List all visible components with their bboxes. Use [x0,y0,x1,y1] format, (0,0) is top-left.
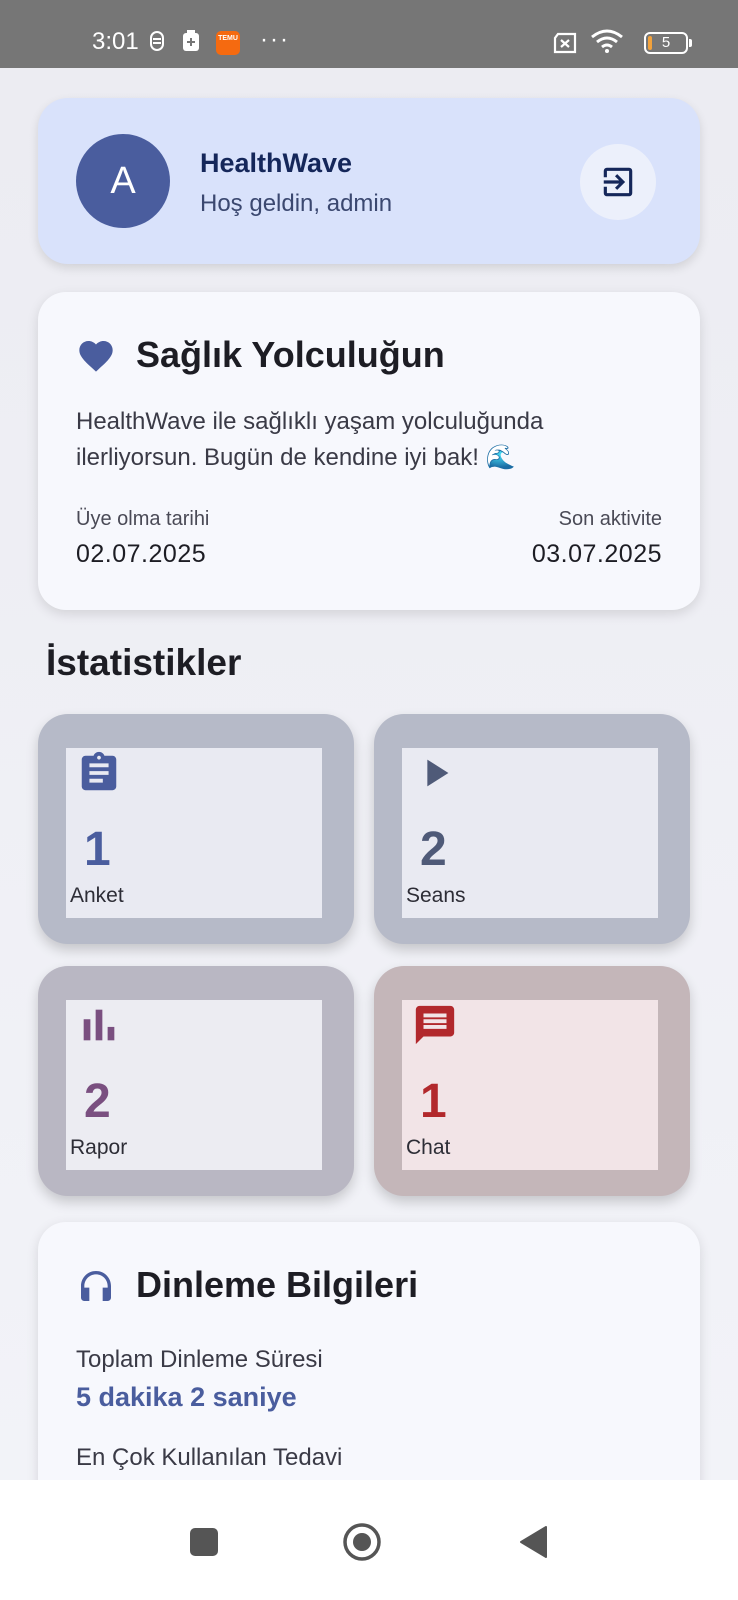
avatar[interactable]: A [76,134,170,228]
welcome-text: Hoş geldin, admin [200,190,393,217]
profile-header-card: A HealthWave Hoş geldin, admin [38,98,700,264]
temu-label: TEMU [218,35,238,42]
square-icon [190,1528,218,1556]
stat-value-anket: 1 [84,823,111,876]
temu-app-icon: TEMU [216,31,240,55]
clipboard-icon [81,751,117,791]
status-bar: 3:01 TEMU ··· 5 [0,0,738,68]
stat-label-rapor: Rapor [70,1136,128,1159]
wifi-icon [590,29,624,53]
stat-card-chat[interactable]: 1 Chat [374,966,690,1196]
back-button[interactable] [508,1516,560,1568]
stat-value-rapor: 2 [84,1075,111,1128]
more-notifications-icon: ··· [260,26,290,53]
journey-description: HealthWave ile sağlıklı yaşam yolculuğun… [76,408,544,471]
stat-label-chat: Chat [406,1136,451,1159]
logout-button[interactable] [580,144,656,220]
most-used-treatment-label: En Çok Kullanılan Tedavi [76,1444,343,1471]
bar-chart-icon [83,1009,115,1041]
logout-icon [603,167,633,197]
health-journey-card: Sağlık Yolculuğun HealthWave ile sağlıkl… [38,292,700,610]
headphones-icon [81,1271,111,1301]
status-time: 3:01 [92,28,139,55]
home-button[interactable] [336,1516,388,1568]
stat-label-seans: Seans [406,884,466,907]
last-activity-value: 03.07.2025 [531,540,662,568]
stat-value-seans: 2 [420,823,447,876]
chat-icon [415,1005,455,1045]
member-since-value: 02.07.2025 [76,540,207,568]
no-sim-icon [552,32,578,54]
total-listening-value: 5 dakika 2 saniye [76,1382,297,1412]
system-navigation-bar [0,1480,738,1600]
circle-icon [343,1523,381,1561]
main-content[interactable]: A HealthWave Hoş geldin, admin Sağlık Yo… [0,68,738,1480]
back-triangle-icon [520,1526,547,1558]
statistics-title: İstatistikler [46,642,242,683]
recent-apps-button[interactable] [178,1516,230,1568]
last-activity-label: Son aktivite [558,508,662,530]
battery-saver-icon [182,30,200,52]
journey-title: Sağlık Yolculuğun [136,334,445,375]
stat-value-chat: 1 [420,1075,447,1128]
listening-info-card: Dinleme Bilgileri Toplam Dinleme Süresi … [38,1222,700,1480]
listening-title: Dinleme Bilgileri [136,1264,419,1305]
stat-label-anket: Anket [70,884,124,907]
battery-icon: 5 [644,32,692,54]
stat-card-seans[interactable]: 2 Seans [374,714,690,944]
app-name: HealthWave [200,148,353,178]
battery-level: 5 [661,34,671,51]
usb-icon [148,30,166,52]
total-listening-label: Toplam Dinleme Süresi [76,1346,323,1373]
member-since-label: Üye olma tarihi [76,508,210,530]
play-icon [427,759,449,787]
stat-card-rapor[interactable]: 2 Rapor [38,966,354,1196]
heart-icon [79,341,113,372]
stat-card-anket[interactable]: 1 Anket [38,714,354,944]
